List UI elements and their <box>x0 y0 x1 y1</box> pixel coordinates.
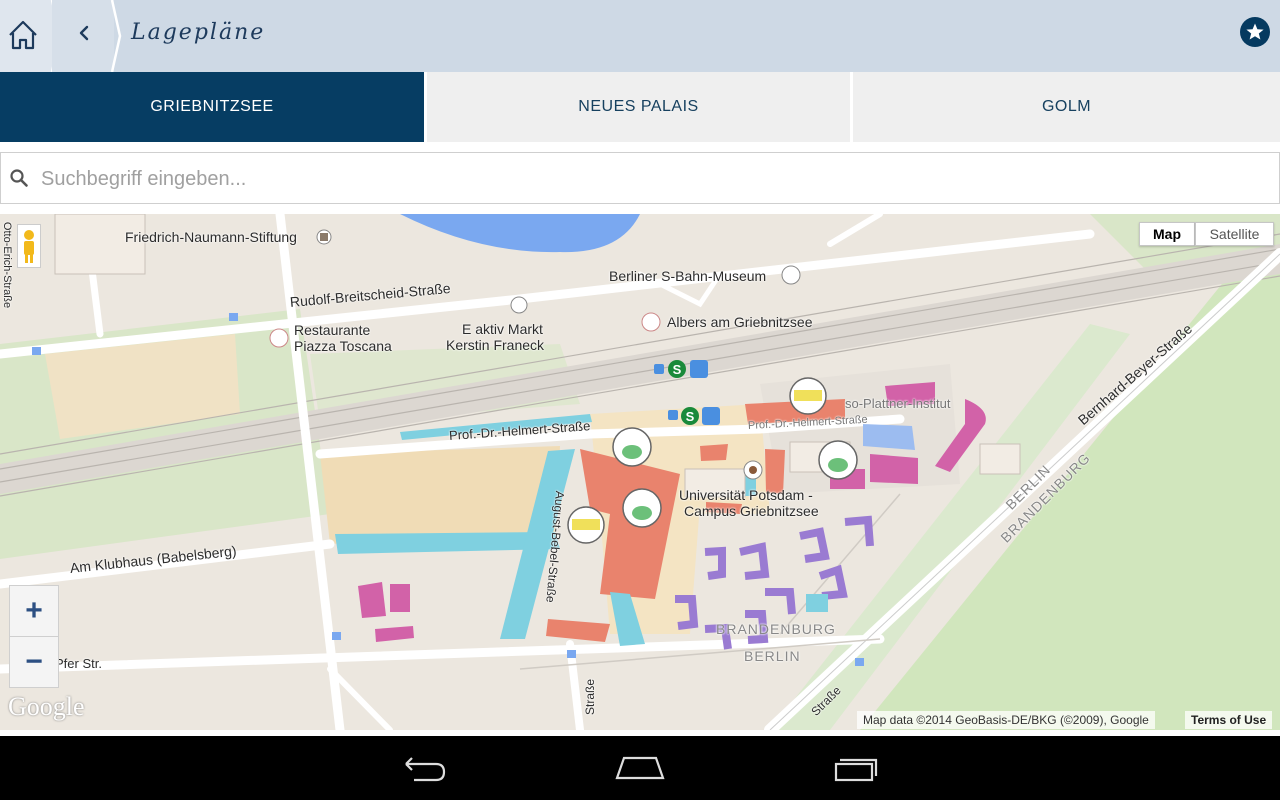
star-icon <box>1246 23 1264 40</box>
label-kerstin-franeck: Kerstin Franeck <box>446 337 545 353</box>
label-friedrich-naumann: Friedrich-Naumann-Stiftung <box>125 229 297 245</box>
android-recents-icon <box>834 758 878 782</box>
zoom-out-button[interactable]: − <box>9 636 59 688</box>
map-canvas: S S <box>0 214 1280 730</box>
terms-of-use-link[interactable]: Terms of Use <box>1185 711 1273 729</box>
label-strasse-bottom: Straße <box>583 678 598 716</box>
app-header: Lagepläne <box>0 0 1280 72</box>
back-button[interactable] <box>52 0 114 72</box>
system-nav-bar <box>0 736 1280 800</box>
search-input[interactable] <box>39 153 1263 205</box>
svg-text:S: S <box>686 409 695 424</box>
android-back-icon <box>405 757 446 782</box>
page-title: Lagepläne <box>131 20 266 45</box>
favorite-button[interactable] <box>1240 17 1270 47</box>
search-bar <box>0 152 1280 205</box>
pegman-icon <box>24 230 34 263</box>
label-aktiv-markt: E aktiv Markt <box>462 321 543 337</box>
campus-tabs: GRIEBNITZSEE NEUES PALAIS GOLM <box>0 72 1280 142</box>
search-icon <box>10 169 28 187</box>
label-hasso-plattner: so-Plattner-Institut <box>845 396 951 411</box>
tab-griebnitzsee[interactable]: GRIEBNITZSEE <box>0 72 424 142</box>
label-otto-erich: Otto-Erich-Straße <box>1 221 14 309</box>
label-campus-griebnitzsee: Campus Griebnitzsee <box>684 503 819 519</box>
street-view-pegman[interactable] <box>17 224 41 268</box>
system-home-button[interactable] <box>610 748 670 788</box>
map-type-satellite-button[interactable]: Satellite <box>1195 222 1274 246</box>
tab-golm[interactable]: GOLM <box>853 72 1280 142</box>
label-pfer-str: Pfer Str. <box>55 656 102 671</box>
zoom-in-button[interactable]: + <box>9 585 59 637</box>
android-home-icon <box>615 756 665 780</box>
campus-map[interactable]: S S Friedrich-Naumann-Stiftung Berliner … <box>0 214 1280 730</box>
label-berlin: BERLIN <box>744 648 801 664</box>
google-logo: Google <box>8 692 85 721</box>
label-piazza-toscana: Piazza Toscana <box>294 338 392 354</box>
system-recents-button[interactable] <box>828 748 888 788</box>
chevron-left-icon <box>79 25 89 41</box>
map-attribution: Map data ©2014 GeoBasis-DE/BKG (©2009), … <box>857 711 1155 729</box>
label-universitaet: Universität Potsdam - <box>679 487 813 503</box>
label-albers: Albers am Griebnitzsee <box>667 314 813 330</box>
header-divider <box>110 0 122 72</box>
svg-text:S: S <box>673 362 682 377</box>
tab-neues-palais[interactable]: NEUES PALAIS <box>427 72 850 142</box>
map-type-map-button[interactable]: Map <box>1139 222 1195 246</box>
system-back-button[interactable] <box>394 748 454 788</box>
label-restaurante: Restaurante <box>294 322 371 338</box>
label-s-bahn-museum: Berliner S-Bahn-Museum <box>609 268 767 284</box>
label-brandenburg: BRANDENBURG <box>716 621 836 637</box>
